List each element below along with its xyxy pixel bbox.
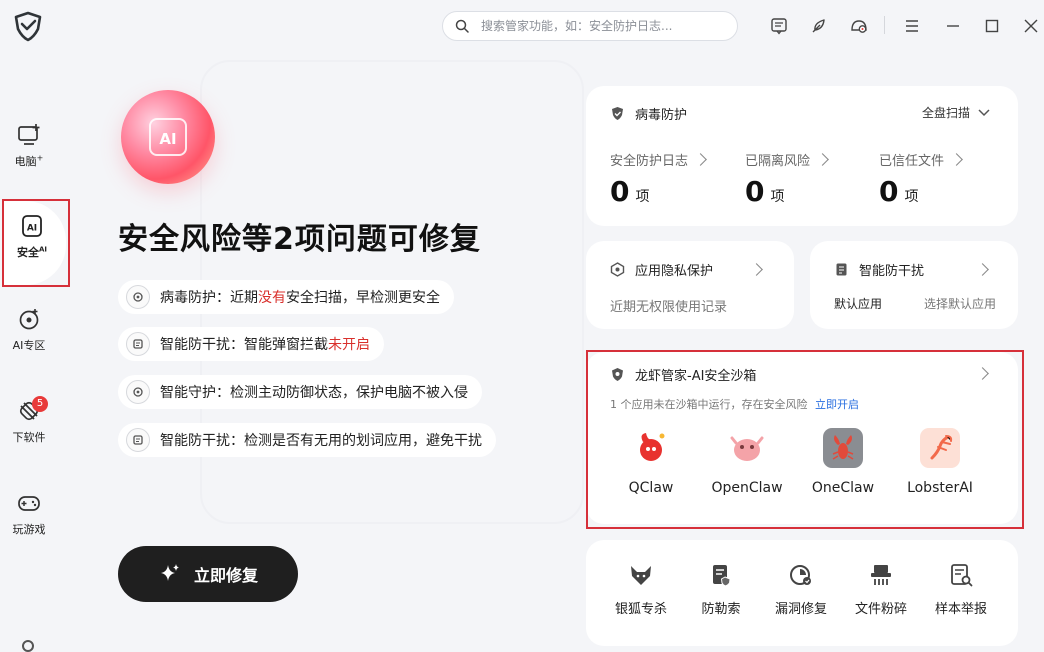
- virus-card-title: 病毒防护: [610, 104, 687, 123]
- gamepad-icon: [18, 496, 40, 511]
- fix-now-label: 立即修复: [193, 566, 258, 585]
- stat-value: 0: [610, 175, 630, 208]
- computer-icon: [18, 124, 40, 145]
- tool-file-shredder[interactable]: 文件粉碎: [846, 562, 916, 617]
- sidebar-item-computer[interactable]: 电脑+: [0, 122, 58, 169]
- minimize-icon[interactable]: [944, 17, 962, 35]
- hexagon-shield-icon: [610, 262, 625, 277]
- stat-quarantined[interactable]: 已隔离风险 0项: [745, 150, 829, 208]
- full-scan-dropdown[interactable]: 全盘扫描: [922, 104, 990, 121]
- issue-item[interactable]: 智能守护：检测主动防御状态，保护电脑不被入侵: [118, 375, 482, 409]
- privacy-title-text: 应用隐私保护: [635, 264, 714, 279]
- issue-item[interactable]: 智能防干扰：检测是否有无用的划词应用，避免干扰: [118, 423, 496, 457]
- shredder-icon: [871, 565, 891, 585]
- issue-item[interactable]: 智能防干扰：智能弹窗拦截 未开启: [118, 327, 384, 361]
- app-privacy-card[interactable]: [586, 241, 794, 329]
- tool-label: 银狐专杀: [614, 602, 667, 617]
- search-box[interactable]: [442, 11, 738, 41]
- shield-doc-icon: [713, 565, 731, 587]
- fox-icon: [631, 566, 651, 585]
- chevron-right-icon: [950, 153, 963, 166]
- full-scan-label: 全盘扫描: [922, 106, 971, 120]
- stat-value: 0: [879, 175, 899, 208]
- stat-unit: 项: [770, 189, 785, 205]
- chevron-down-icon: [978, 108, 990, 116]
- sidebar-item-label: AI专区: [12, 339, 46, 352]
- toolbar-divider: [884, 16, 885, 34]
- user-avatar-icon[interactable]: [22, 640, 34, 652]
- guard-icon: [126, 380, 150, 404]
- issue-highlight: 没有: [258, 290, 286, 306]
- sidebar-item-games[interactable]: 玩游戏: [0, 490, 58, 537]
- stat-label: 已信任文件: [879, 154, 945, 169]
- tool-label: 漏洞修复: [774, 602, 827, 617]
- sidebar-item-label: 下软件: [12, 431, 46, 444]
- choose-default-app-link[interactable]: 选择默认应用: [924, 295, 996, 312]
- app-logo-icon: [14, 11, 42, 42]
- anti-title-text: 智能防干扰: [859, 264, 925, 279]
- maximize-icon[interactable]: [983, 17, 1001, 35]
- ai-chip-label: AI: [149, 118, 187, 156]
- privacy-desc: 近期无权限使用记录: [610, 300, 728, 315]
- document-icon: [836, 263, 847, 276]
- notification-badge: 5: [32, 396, 48, 412]
- menu-icon[interactable]: [903, 17, 921, 35]
- stat-trusted-files[interactable]: 已信任文件 0项: [879, 150, 963, 208]
- issue-item[interactable]: 病毒防护：近期 没有 安全扫描，早检测更安全: [118, 280, 454, 314]
- tool-anti-ransomware[interactable]: 防勒索: [686, 562, 756, 617]
- privacy-card-title: 应用隐私保护: [610, 260, 713, 279]
- default-app-label: 默认应用: [834, 297, 883, 311]
- virus-title-text: 病毒防护: [635, 108, 688, 123]
- feather-icon[interactable]: [810, 17, 828, 35]
- tool-label: 样本举报: [934, 602, 987, 617]
- tool-silver-fox-kill[interactable]: 银狐专杀: [606, 562, 676, 617]
- issue-highlight: 未开启: [328, 337, 370, 353]
- hero-title: 安全风险等2项问题可修复: [118, 222, 481, 257]
- game-mode-icon[interactable]: [850, 17, 868, 35]
- stat-protection-log[interactable]: 安全防护日志 0项: [610, 150, 707, 208]
- shield-icon: [612, 107, 623, 120]
- ai-zone-icon: [19, 309, 39, 330]
- tool-label: 文件粉碎: [854, 602, 907, 617]
- anti-card-title: 智能防干扰: [834, 260, 924, 279]
- chevron-right-icon: [816, 153, 829, 166]
- sparkle-icon: [160, 564, 179, 581]
- stat-value: 0: [745, 175, 765, 208]
- sidebar-item-download[interactable]: 下软件: [0, 398, 58, 445]
- patch-icon: [790, 565, 811, 585]
- popup-block-icon: [126, 332, 150, 356]
- search-icon: [455, 19, 469, 33]
- issue-text: 智能守护：检测主动防御状态，保护电脑不被入侵: [160, 385, 468, 401]
- message-icon[interactable]: [770, 17, 788, 35]
- tool-label: 防勒索: [701, 602, 741, 617]
- report-icon: [951, 564, 973, 587]
- sidebar-item-label: 电脑: [14, 155, 37, 168]
- highlight-box-sidebar: [2, 199, 70, 287]
- virus-scan-icon: [126, 285, 150, 309]
- stat-label: 安全防护日志: [610, 154, 689, 169]
- close-icon[interactable]: [1022, 17, 1040, 35]
- stat-unit: 项: [635, 189, 650, 205]
- sidebar-item-ai-zone[interactable]: AI专区: [0, 306, 58, 353]
- sidebar-item-label: 玩游戏: [12, 523, 46, 536]
- issue-text: 智能防干扰：智能弹窗拦截: [160, 337, 328, 353]
- search-input[interactable]: [479, 18, 723, 34]
- issue-text-suffix: 安全扫描，早检测更安全: [286, 290, 440, 306]
- tool-vulnerability-fix[interactable]: 漏洞修复: [766, 562, 836, 617]
- stat-label: 已隔离风险: [745, 154, 811, 169]
- issue-text: 智能防干扰：检测是否有无用的划词应用，避免干扰: [160, 433, 482, 449]
- word-app-icon: [126, 428, 150, 452]
- chevron-right-icon: [694, 153, 707, 166]
- tool-sample-report[interactable]: 样本举报: [926, 562, 996, 617]
- fix-now-button[interactable]: 立即修复: [118, 546, 298, 602]
- anti-disturb-card[interactable]: [810, 241, 1018, 329]
- stat-unit: 项: [904, 189, 919, 205]
- sidebar-item-sup: +: [36, 153, 44, 163]
- issue-text: 病毒防护：近期: [160, 290, 258, 306]
- highlight-box-sandbox: [586, 350, 1024, 529]
